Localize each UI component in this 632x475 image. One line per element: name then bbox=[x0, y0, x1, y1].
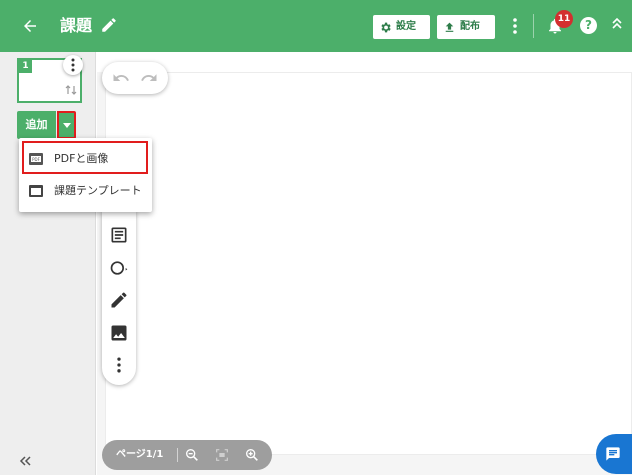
top-bar: 課題 設定 配布 11 ? bbox=[0, 0, 632, 52]
more-vertical-icon[interactable] bbox=[109, 355, 129, 375]
expand-sidebar-button[interactable] bbox=[18, 455, 32, 469]
chat-bubble-icon bbox=[606, 447, 620, 461]
pen-icon[interactable] bbox=[109, 290, 129, 310]
editor-canvas-area bbox=[97, 52, 632, 475]
pagebar-divider bbox=[177, 448, 178, 462]
distribute-label: 配布 bbox=[460, 21, 480, 32]
collapse-header-button[interactable] bbox=[610, 16, 624, 34]
edit-title-button[interactable] bbox=[100, 16, 118, 34]
notification-count-badge: 11 bbox=[555, 10, 573, 28]
menu-item-label: 課題テンプレート bbox=[54, 184, 142, 197]
undo-redo-group bbox=[102, 62, 168, 94]
gear-icon bbox=[381, 22, 391, 32]
redo-icon[interactable] bbox=[140, 69, 158, 87]
distribute-button[interactable]: 配布 bbox=[437, 15, 495, 39]
zoom-in-icon[interactable] bbox=[244, 447, 260, 463]
highlight-box bbox=[22, 141, 148, 174]
kebab-vertical-icon bbox=[71, 58, 75, 72]
double-chevron-left-icon bbox=[19, 456, 31, 466]
question-circle-icon: ? bbox=[585, 18, 592, 32]
thumbnail-page-number: 1 bbox=[19, 60, 32, 73]
tools-palette bbox=[102, 210, 136, 385]
help-button[interactable]: ? bbox=[580, 17, 597, 34]
zoom-out-icon[interactable] bbox=[184, 447, 200, 463]
settings-button[interactable]: 設定 bbox=[373, 15, 430, 39]
back-button[interactable] bbox=[18, 14, 42, 38]
chat-button[interactable] bbox=[596, 434, 632, 474]
arrow-left-icon bbox=[24, 20, 36, 32]
caret-down-icon bbox=[63, 123, 71, 128]
page-title: 課題 bbox=[60, 16, 93, 35]
page-thumbnail[interactable]: 1 bbox=[17, 55, 83, 103]
undo-icon[interactable] bbox=[112, 69, 130, 87]
kebab-vertical-icon bbox=[513, 18, 517, 34]
thumbnail-menu-button[interactable] bbox=[63, 55, 83, 75]
add-dropdown-button[interactable] bbox=[57, 111, 76, 139]
more-options-button[interactable] bbox=[509, 15, 521, 37]
template-icon bbox=[29, 185, 43, 197]
text-box-icon[interactable] bbox=[109, 225, 129, 245]
toolbar-divider bbox=[533, 14, 534, 38]
pencil-icon bbox=[102, 18, 116, 32]
page-navigation-bar: ページ1/1 bbox=[102, 440, 272, 470]
image-icon[interactable] bbox=[109, 323, 129, 343]
sort-arrows-icon[interactable] bbox=[64, 84, 78, 96]
menu-item-assignment-template[interactable]: 課題テンプレート bbox=[19, 175, 152, 207]
canvas-background bbox=[97, 72, 632, 475]
add-page-button[interactable]: 追加 bbox=[17, 111, 56, 139]
settings-label: 設定 bbox=[396, 21, 416, 32]
fit-screen-icon[interactable] bbox=[214, 447, 230, 463]
upload-icon bbox=[445, 22, 454, 32]
circle-shape-icon[interactable] bbox=[109, 258, 129, 278]
page-sidebar: 1 追加 bbox=[0, 52, 96, 475]
page-indicator: ページ1/1 bbox=[116, 449, 164, 460]
chevron-up-double-icon bbox=[612, 17, 622, 29]
canvas-page[interactable] bbox=[105, 72, 632, 455]
